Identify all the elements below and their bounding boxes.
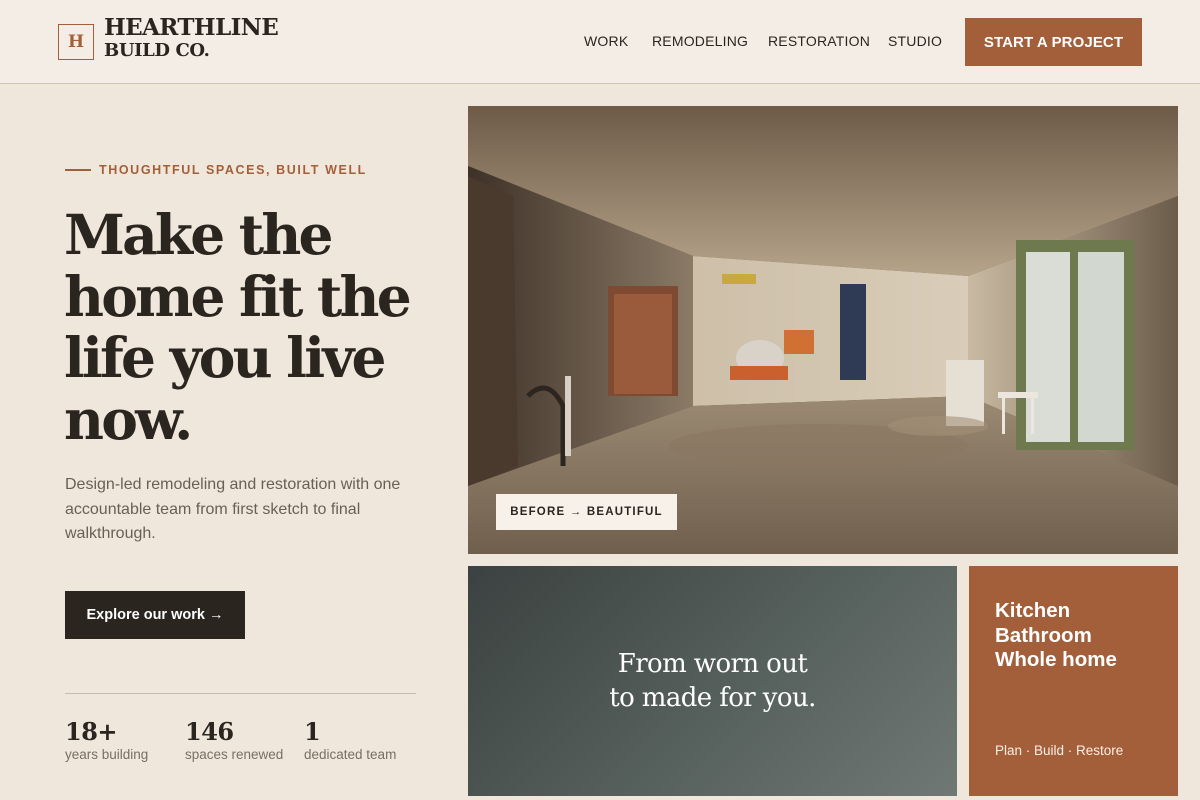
service-item: Bathroom [995, 623, 1092, 647]
logo-wordmark[interactable]: HEARTHLINE BUILD CO. [104, 14, 279, 63]
services-list: Kitchen Bathroom Whole home [995, 599, 1117, 673]
hero-headline: Make the home fit the life you live now. [64, 204, 454, 450]
nav-work[interactable]: WORK [584, 33, 628, 49]
eyebrow-rule [65, 169, 91, 171]
stat-spaces: 146 spaces renewed [185, 716, 283, 762]
start-project-button[interactable]: START A PROJECT [965, 18, 1142, 66]
panel-quote: From worn out to made for you. [609, 647, 816, 715]
stat-label: years building [65, 747, 149, 762]
service-item: Kitchen [995, 599, 1071, 622]
stats-divider [65, 693, 416, 694]
nav-restoration[interactable]: RESTORATION [768, 33, 870, 49]
before-beautiful-badge: BEFORE → BEAUTIFUL [496, 494, 677, 530]
renovation-photo [468, 106, 1178, 554]
quote-panel: From worn out to made for you. [468, 566, 957, 796]
stat-label: spaces renewed [185, 747, 284, 762]
services-panel[interactable]: Kitchen Bathroom Whole home Plan · Build… [969, 566, 1178, 796]
logo-name-line1: HEARTHLINE [104, 14, 279, 41]
quote-line: From worn out [617, 649, 808, 679]
stat-value: 1 [304, 717, 321, 746]
logo-name-line2: BUILD CO. [104, 40, 210, 61]
stat-value: 18+ [65, 717, 118, 746]
headline-line: now. [64, 386, 193, 452]
logo-mark[interactable]: H [58, 24, 94, 60]
hero-eyebrow: THOUGHTFUL SPACES, BUILT WELL [65, 163, 367, 177]
stat-team: 1 dedicated team [304, 716, 396, 762]
nav-studio[interactable]: STUDIO [888, 33, 942, 49]
eyebrow-text: THOUGHTFUL SPACES, BUILT WELL [99, 163, 367, 177]
quote-line: to made for you. [609, 683, 816, 713]
explore-work-button[interactable]: Explore our work → [65, 591, 245, 639]
stat-years: 18+ years building [65, 716, 148, 762]
nav-remodeling[interactable]: REMODELING [652, 33, 748, 49]
headline-line: home fit the [64, 263, 412, 329]
service-item: Whole home [995, 648, 1117, 671]
headline-line: life you live [64, 325, 387, 390]
site-header: H HEARTHLINE BUILD CO. WORK REMODELING R… [0, 0, 1200, 84]
stat-label: dedicated team [304, 747, 397, 762]
stat-value: 146 [185, 717, 234, 746]
headline-line: Make the [64, 202, 334, 267]
hero-description: Design-led remodeling and restoration wi… [65, 476, 401, 542]
room-illustration [468, 106, 1178, 554]
services-tagline: Plan · Build · Restore [995, 743, 1124, 758]
